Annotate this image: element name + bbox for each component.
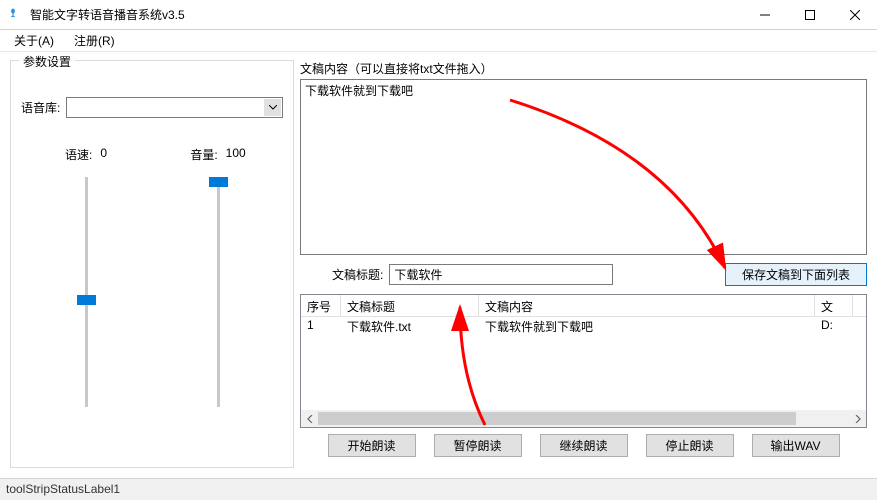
doc-title-input[interactable] xyxy=(389,264,613,285)
window-title: 智能文字转语音播音系统v3.5 xyxy=(30,6,742,23)
speed-value: 0 xyxy=(100,146,107,163)
speed-label: 语速: xyxy=(65,146,92,163)
status-bar: toolStripStatusLabel1 xyxy=(0,478,877,500)
speed-thumb[interactable] xyxy=(77,295,96,305)
content-label: 文稿内容（可以直接将txt文件拖入） xyxy=(300,60,867,77)
speed-slider[interactable] xyxy=(85,177,88,407)
voice-lib-label: 语音库: xyxy=(21,99,60,116)
pause-read-button[interactable]: 暂停朗读 xyxy=(434,434,522,457)
content-textarea[interactable] xyxy=(300,79,867,255)
volume-label: 音量: xyxy=(190,146,217,163)
params-group: 参数设置 语音库: 语速: 0 音量: 100 xyxy=(10,60,294,468)
minimize-button[interactable] xyxy=(742,0,787,30)
save-to-list-button[interactable]: 保存文稿到下面列表 xyxy=(725,263,867,286)
scroll-thumb[interactable] xyxy=(318,412,796,425)
col-title[interactable]: 文稿标题 xyxy=(341,295,479,316)
col-path[interactable]: 文 xyxy=(815,295,853,316)
export-wav-button[interactable]: 输出WAV xyxy=(752,434,840,457)
doc-title-label: 文稿标题: xyxy=(332,266,383,283)
close-button[interactable] xyxy=(832,0,877,30)
h-scrollbar[interactable] xyxy=(301,410,866,427)
table-row[interactable]: 1 下载软件.txt 下载软件就到下载吧 D: xyxy=(301,317,866,335)
chevron-down-icon xyxy=(264,99,281,116)
volume-value: 100 xyxy=(226,146,246,163)
app-icon xyxy=(8,7,24,23)
volume-slider[interactable] xyxy=(217,177,220,407)
menu-about[interactable]: 关于(A) xyxy=(4,30,64,51)
stop-read-button[interactable]: 停止朗读 xyxy=(646,434,734,457)
col-seq[interactable]: 序号 xyxy=(301,295,341,316)
maximize-button[interactable] xyxy=(787,0,832,30)
resume-read-button[interactable]: 继续朗读 xyxy=(540,434,628,457)
params-legend: 参数设置 xyxy=(19,53,75,70)
col-content[interactable]: 文稿内容 xyxy=(479,295,815,316)
voice-lib-select[interactable] xyxy=(66,97,283,118)
scroll-left-icon[interactable] xyxy=(301,410,318,427)
doc-listview[interactable]: 序号 文稿标题 文稿内容 文 1 下载软件.txt 下载软件就到下载吧 D: xyxy=(300,294,867,428)
menu-register[interactable]: 注册(R) xyxy=(64,30,125,51)
scroll-right-icon[interactable] xyxy=(849,410,866,427)
volume-thumb[interactable] xyxy=(209,177,228,187)
start-read-button[interactable]: 开始朗读 xyxy=(328,434,416,457)
